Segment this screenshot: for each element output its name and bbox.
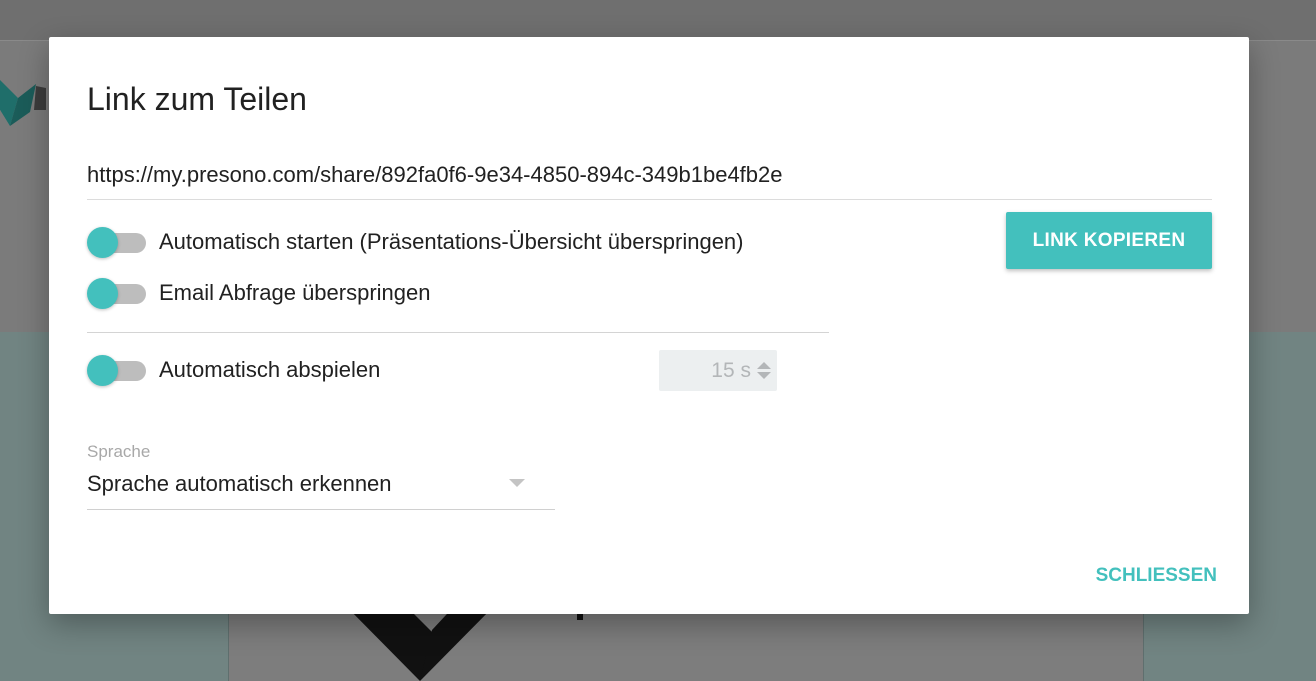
stepper-down-icon[interactable] (757, 372, 771, 379)
stepper-arrows[interactable] (757, 362, 771, 379)
toggle-thumb (87, 355, 118, 386)
share-url-field[interactable] (87, 158, 1212, 200)
close-button[interactable]: SCHLIESSEN (1077, 559, 1217, 593)
option-autostart: Automatisch starten (Präsentations-Übers… (87, 226, 744, 258)
presono-logo-icon (0, 80, 46, 126)
chevron-down-icon (509, 479, 525, 487)
option-skip-email: Email Abfrage überspringen (87, 277, 431, 309)
autoplay-seconds-stepper[interactable]: 15 s (659, 350, 777, 391)
toggle-thumb (87, 278, 118, 309)
autostart-toggle[interactable] (87, 226, 147, 258)
share-url-input[interactable] (87, 158, 1212, 188)
language-value: Sprache automatisch erkennen (87, 471, 392, 496)
autoplay-label: Automatisch abspielen (159, 357, 381, 382)
toggle-thumb (87, 227, 118, 258)
option-autoplay: Automatisch abspielen (87, 354, 380, 386)
background-topbar (0, 0, 1316, 40)
options-divider (87, 332, 829, 333)
share-link-dialog: Link zum Teilen Automatisch starten (Prä… (49, 37, 1249, 614)
autoplay-seconds-value: 15 s (711, 358, 751, 382)
stepper-up-icon[interactable] (757, 362, 771, 369)
skip-email-toggle[interactable] (87, 277, 147, 309)
autostart-label: Automatisch starten (Präsentations-Übers… (159, 229, 744, 254)
language-label: Sprache (87, 442, 151, 461)
copy-link-button[interactable]: LINK KOPIEREN (1006, 212, 1212, 269)
language-select[interactable]: Sprache automatisch erkennen (87, 467, 555, 510)
autoplay-toggle[interactable] (87, 354, 147, 386)
skip-email-label: Email Abfrage überspringen (159, 280, 431, 305)
dialog-title: Link zum Teilen (87, 81, 307, 117)
